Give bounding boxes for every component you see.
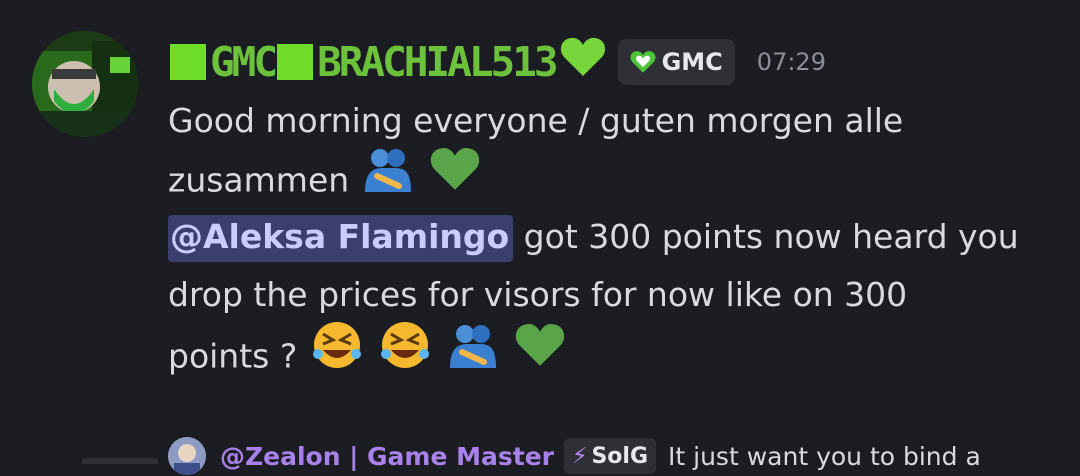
green-heart-icon bbox=[514, 322, 566, 386]
reply-author[interactable]: @Zealon | Game Master bbox=[220, 442, 554, 471]
green-square-icon bbox=[277, 44, 314, 80]
green-heart-icon bbox=[429, 146, 481, 210]
message-line: zusammen bbox=[168, 148, 1053, 208]
green-heart-icon bbox=[630, 50, 656, 74]
green-heart-icon bbox=[560, 36, 606, 88]
message-line: @Aleksa Flamingo got 300 points now hear… bbox=[168, 208, 1053, 266]
message-header: GMC BRACHIAL513 GMC 07:29 bbox=[168, 36, 826, 88]
role-tag[interactable]: GMC bbox=[617, 39, 735, 85]
message-line: drop the prices for visors for now like … bbox=[168, 275, 908, 314]
people-hugging-icon bbox=[363, 146, 413, 210]
author-name[interactable]: GMC BRACHIAL513 bbox=[168, 36, 606, 88]
role-tag-label: GMC bbox=[661, 48, 723, 76]
message-content: Good morning everyone / guten morgen all… bbox=[168, 92, 1053, 382]
message-line: Good morning everyone / guten morgen all… bbox=[168, 101, 904, 140]
chat-message: GMC BRACHIAL513 GMC 07:29 Good morning e… bbox=[0, 0, 1080, 430]
user-mention[interactable]: @Aleksa Flamingo bbox=[168, 215, 514, 262]
reply-role-tag[interactable]: ⚡ SolG bbox=[564, 438, 657, 474]
green-square-icon bbox=[170, 44, 206, 80]
reply-text: It just want you to bind a bbox=[668, 441, 981, 471]
message-line: points ? bbox=[168, 322, 1053, 382]
people-hugging-icon bbox=[448, 322, 498, 386]
rolling-laughing-icon bbox=[379, 320, 431, 388]
user-avatar[interactable] bbox=[32, 31, 138, 137]
reply-avatar[interactable] bbox=[168, 437, 206, 475]
reply-connector bbox=[82, 458, 158, 464]
rolling-laughing-icon bbox=[311, 320, 363, 388]
reply-preview[interactable]: @Zealon | Game Master ⚡ SolG It just wan… bbox=[168, 436, 981, 476]
timestamp[interactable]: 07:29 bbox=[757, 48, 826, 76]
lightning-icon: ⚡ bbox=[572, 443, 588, 469]
